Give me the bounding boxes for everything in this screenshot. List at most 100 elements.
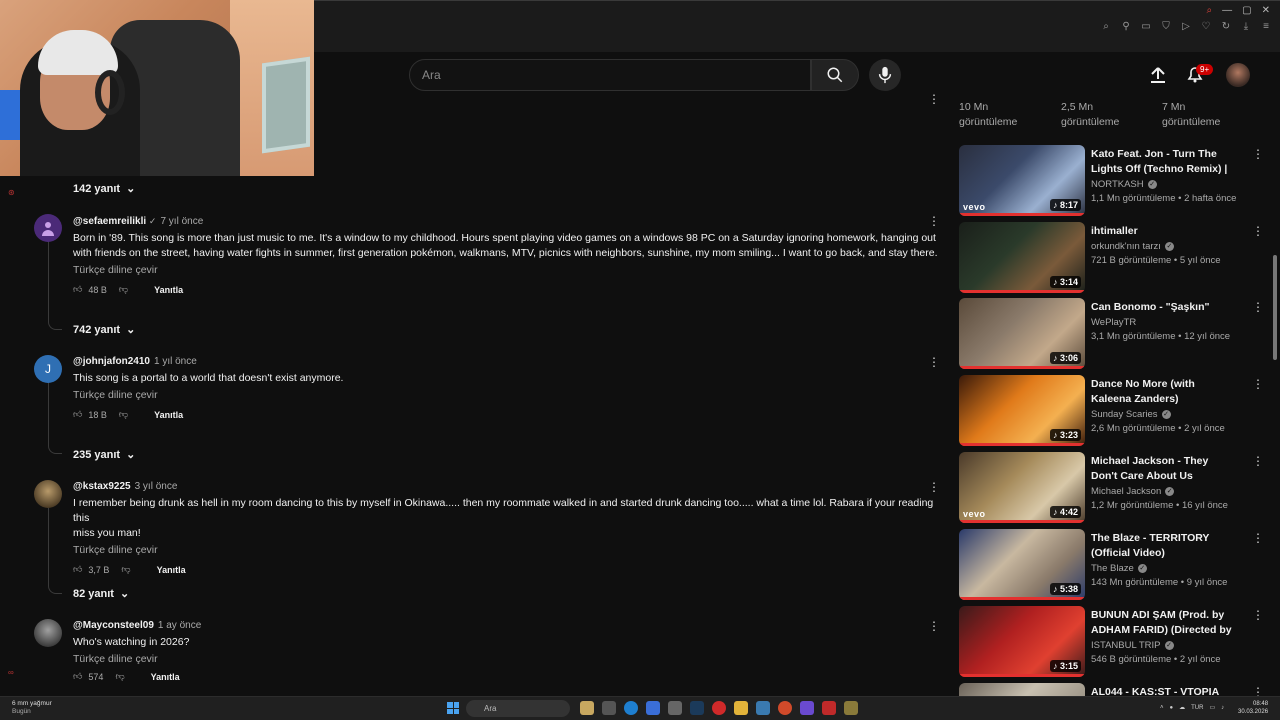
menu-icon[interactable]: ≡ xyxy=(1260,21,1272,33)
mic-tray-icon[interactable]: ● xyxy=(1170,705,1174,711)
bookmark-icon[interactable]: ▭ xyxy=(1140,21,1152,33)
folder-icon[interactable] xyxy=(734,701,748,715)
translate-link[interactable]: Türkçe diline çevir xyxy=(73,264,941,276)
steam-icon[interactable] xyxy=(690,701,704,715)
video-title[interactable]: ihtimaller xyxy=(1091,224,1237,239)
reply-button[interactable]: Yanıtla xyxy=(154,285,183,295)
play-icon[interactable]: ▷ xyxy=(1180,21,1192,33)
channel-name[interactable]: ISTANBUL TRIP ✓ xyxy=(1091,640,1237,651)
channel-name[interactable]: Sunday Scaries ✓ xyxy=(1091,409,1237,420)
video-thumbnail[interactable]: ♪ 3:15 xyxy=(959,606,1085,677)
search-input[interactable] xyxy=(422,60,802,90)
cloud-icon[interactable]: ☁ xyxy=(1179,704,1185,711)
translate-link[interactable]: Türkçe diline çevir xyxy=(73,389,941,401)
channel-name[interactable]: orkundk'nın tarzı ✓ xyxy=(1091,241,1237,252)
replies-toggle[interactable]: 235 yanıt ⌄ xyxy=(73,448,135,462)
like-button[interactable]: 👍︎ xyxy=(73,564,82,575)
video-thumbnail[interactable]: vevo ♪ 4:42 xyxy=(959,452,1085,523)
more-options-icon[interactable]: ⋮ xyxy=(1252,454,1264,468)
recommendation-card[interactable]: vevo ♪ 8:17 Kato Feat. Jon - Turn The Ligh… xyxy=(959,145,1264,217)
video-thumbnail[interactable]: ♪ 3:23 xyxy=(959,375,1085,446)
more-options-icon[interactable]: ⋮ xyxy=(1252,377,1264,391)
replies-toggle[interactable]: 742 yanıt ⌄ xyxy=(73,323,135,337)
dislike-button[interactable]: 👎︎ xyxy=(115,671,124,682)
avatar[interactable] xyxy=(34,619,62,647)
video-title[interactable]: Dance No More (with Kaleena Zanders) xyxy=(1091,377,1237,407)
app-icon[interactable] xyxy=(822,701,836,715)
comment-author[interactable]: @Mayconsteel09 xyxy=(73,620,154,631)
comment-menu-icon[interactable]: ⋮ xyxy=(928,480,940,494)
more-options-icon[interactable]: ⋮ xyxy=(1252,147,1264,161)
channel-name[interactable]: WePlayTR xyxy=(1091,317,1237,328)
comment-time[interactable]: 7 yıl önce xyxy=(160,216,203,227)
avatar[interactable]: J xyxy=(34,355,62,383)
pin-icon[interactable]: ⚲ xyxy=(1120,21,1132,33)
voice-search-button[interactable] xyxy=(869,59,901,91)
chrome-icon[interactable] xyxy=(778,701,792,715)
more-options-icon[interactable]: ⋮ xyxy=(1252,608,1264,622)
recommendation-card[interactable]: ♪ 3:23 Dance No More (with Kaleena Zander… xyxy=(959,375,1264,447)
avatar[interactable] xyxy=(34,214,62,242)
like-button[interactable]: 👍︎ xyxy=(73,284,82,295)
video-title[interactable]: BUNUN ADI ŞAM (Prod. by ADHAM FARID) (Di… xyxy=(1091,608,1237,638)
comment-author[interactable]: @johnjafon2410 xyxy=(73,356,150,367)
video-title[interactable]: Kato Feat. Jon - Turn The Lights Off (Te… xyxy=(1091,147,1237,177)
refresh-icon[interactable]: ↻ xyxy=(1220,21,1232,33)
create-button[interactable] xyxy=(1148,65,1168,85)
comment-menu-icon[interactable]: ⋮ xyxy=(928,214,940,228)
dislike-button[interactable]: 👎︎ xyxy=(119,284,128,295)
zoom-icon[interactable]: ⌕ xyxy=(1100,21,1112,33)
search-button[interactable] xyxy=(811,59,859,91)
replies-toggle[interactable]: 142 yanıt ⌄ xyxy=(73,182,135,196)
video-title[interactable]: Can Bonomo - "Şaşkın" xyxy=(1091,300,1237,315)
store-icon[interactable] xyxy=(668,701,682,715)
dislike-button[interactable]: 👎︎ xyxy=(119,409,128,420)
channel-name[interactable]: Michael Jackson ✓ xyxy=(1091,486,1237,497)
recommendation-card[interactable]: ♪ 3:06 Can Bonomo - "Şaşkın" WePlayTR 3,1 M… xyxy=(959,298,1264,370)
video-thumbnail[interactable]: ♪ 5:38 xyxy=(959,529,1085,600)
weather-widget[interactable]: 6 mm yağmur Bugün xyxy=(12,700,52,716)
download-icon[interactable]: ⤓ xyxy=(1240,21,1252,33)
comment-time[interactable]: 1 ay önce xyxy=(158,620,201,631)
comment-time[interactable]: 1 yıl önce xyxy=(154,356,197,367)
discord-icon[interactable] xyxy=(800,701,814,715)
edge-icon[interactable] xyxy=(624,701,638,715)
recommendation-card[interactable]: ♪ 3:15 BUNUN ADI ŞAM (Prod. by ADHAM FARI… xyxy=(959,606,1264,678)
replies-toggle[interactable]: 82 yanıt ⌄ xyxy=(73,587,129,601)
video-thumbnail[interactable]: ♪ 3:14 xyxy=(959,222,1085,293)
like-button[interactable]: 👍︎ xyxy=(73,409,82,420)
more-options-icon[interactable]: ⋮ xyxy=(1252,224,1264,238)
account-avatar[interactable] xyxy=(1226,63,1250,87)
taskbar-search[interactable]: Ara xyxy=(466,700,570,717)
start-button[interactable] xyxy=(447,702,459,714)
shield-icon[interactable]: ⛉ xyxy=(1160,21,1172,33)
app-icon[interactable] xyxy=(844,701,858,715)
landscape-app-icon[interactable] xyxy=(580,701,594,715)
comment-author[interactable]: @kstax9225 xyxy=(73,481,131,492)
video-title[interactable]: Michael Jackson - They Don't Care About … xyxy=(1091,454,1237,484)
network-icon[interactable]: ▭ xyxy=(1209,704,1215,711)
comment-menu-icon[interactable]: ⋮ xyxy=(928,619,940,633)
like-button[interactable]: 👍︎ xyxy=(73,671,82,682)
more-actions-icon[interactable]: ⋮ xyxy=(928,92,940,106)
reply-button[interactable]: Yanıtla xyxy=(157,565,186,575)
opera-icon[interactable] xyxy=(712,701,726,715)
reply-button[interactable]: Yanıtla xyxy=(151,672,180,682)
reply-button[interactable]: Yanıtla xyxy=(154,410,183,420)
minimize-icon[interactable]: — xyxy=(1222,5,1232,16)
more-options-icon[interactable]: ⋮ xyxy=(1252,300,1264,314)
scrollbar[interactable] xyxy=(1273,255,1277,360)
comment-menu-icon[interactable]: ⋮ xyxy=(928,355,940,369)
translate-link[interactable]: Türkçe diline çevir xyxy=(73,544,941,556)
heart-icon[interactable]: ♡ xyxy=(1200,21,1212,33)
chevron-up-icon[interactable]: ˄ xyxy=(1160,705,1164,711)
app-icon[interactable] xyxy=(756,701,770,715)
volume-icon[interactable]: ♪ xyxy=(1221,705,1224,711)
copilot-icon[interactable] xyxy=(646,701,660,715)
avatar[interactable] xyxy=(34,480,62,508)
maximize-icon[interactable]: ▢ xyxy=(1242,5,1251,16)
channel-name[interactable]: NORTKASH ✓ xyxy=(1091,179,1237,190)
channel-name[interactable]: The Blaze ✓ xyxy=(1091,563,1237,574)
task-view-icon[interactable] xyxy=(602,701,616,715)
translate-link[interactable]: Türkçe diline çevir xyxy=(73,653,941,665)
